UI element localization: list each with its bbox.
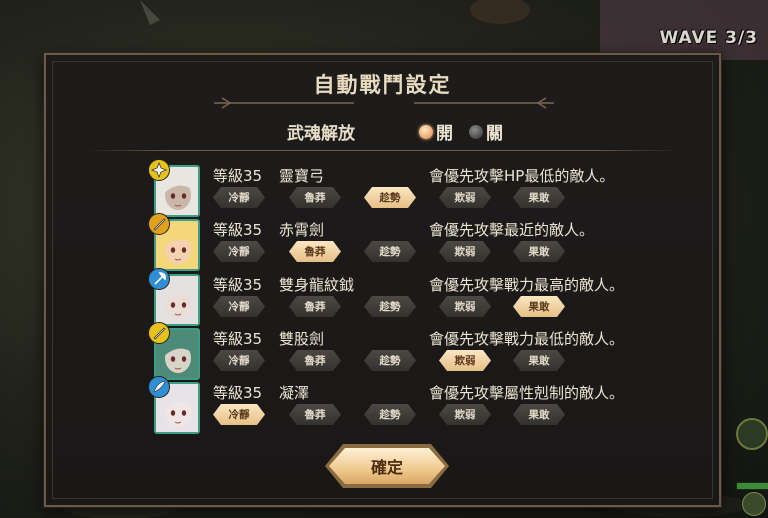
character-weapon: 赤霄劍 bbox=[279, 221, 325, 239]
strategy-button-label: 趁勢 bbox=[379, 192, 401, 204]
calm-button[interactable]: 冷靜 bbox=[213, 241, 265, 262]
strategy-button-label: 魯莽 bbox=[304, 355, 326, 367]
reckless-button[interactable]: 魯莽 bbox=[289, 241, 341, 262]
strategy-button-label: 果敢 bbox=[528, 246, 550, 258]
strategy-button-label: 冷靜 bbox=[228, 409, 250, 421]
strategy-description: 會優先攻擊屬性剋制的敵人。 bbox=[429, 384, 625, 402]
calm-button[interactable]: 冷靜 bbox=[213, 350, 265, 371]
character-weapon: 凝澤 bbox=[279, 384, 310, 402]
strategy-button-label: 果敢 bbox=[528, 301, 550, 313]
decisive-button[interactable]: 果敢 bbox=[513, 350, 565, 371]
sword-icon bbox=[148, 322, 170, 344]
reckless-button[interactable]: 魯莽 bbox=[289, 404, 341, 425]
sword-icon bbox=[148, 213, 170, 235]
calm-button[interactable]: 冷靜 bbox=[213, 187, 265, 208]
strategy-button-label: 冷靜 bbox=[228, 301, 250, 313]
soul-release-label: 武魂解放 bbox=[287, 124, 355, 144]
reckless-button[interactable]: 魯莽 bbox=[289, 187, 341, 208]
confirm-label: 確定 bbox=[370, 458, 403, 477]
strategy-button-label: 欺弱 bbox=[454, 409, 476, 421]
strategy-button-label: 果敢 bbox=[528, 409, 550, 421]
strategy-button-label: 欺弱 bbox=[454, 246, 476, 258]
character-weapon: 雙股劍 bbox=[279, 330, 325, 348]
calm-button[interactable]: 冷靜 bbox=[213, 296, 265, 317]
radio-selected-icon bbox=[419, 124, 433, 139]
decisive-button[interactable]: 果敢 bbox=[513, 296, 565, 317]
character-row: 等級35 赤霄劍 會優先攻擊最近的敵人。冷靜 魯莽 趁勢 欺弱 果敢 bbox=[46, 213, 719, 271]
bully-weak-button[interactable]: 欺弱 bbox=[439, 241, 491, 262]
strategy-button-label: 魯莽 bbox=[304, 409, 326, 421]
character-level: 等級35 bbox=[213, 384, 263, 402]
wave-counter: WAVE 3/3 bbox=[659, 28, 758, 48]
reckless-button[interactable]: 魯莽 bbox=[289, 350, 341, 371]
strategy-button-label: 魯莽 bbox=[304, 246, 326, 258]
strategy-button-label: 魯莽 bbox=[304, 301, 326, 313]
strategy-button-label: 趁勢 bbox=[379, 409, 401, 421]
strategy-description: 會優先攻擊戰力最高的敵人。 bbox=[429, 276, 625, 294]
radio-unselected-icon bbox=[469, 124, 483, 139]
strategy-button-label: 魯莽 bbox=[304, 192, 326, 204]
character-level: 等級35 bbox=[213, 330, 263, 348]
character-row: 等級35 靈寶弓 會優先攻擊HP最低的敵人。冷靜 魯莽 趁勢 欺弱 果敢 bbox=[46, 159, 719, 217]
character-row: 等級35 雙股劍 會優先攻擊戰力最低的敵人。冷靜 魯莽 趁勢 欺弱 果敢 bbox=[46, 322, 719, 380]
opportunist-button[interactable]: 趁勢 bbox=[364, 350, 416, 371]
strategy-button-label: 冷靜 bbox=[228, 355, 250, 367]
strategy-button-label: 冷靜 bbox=[228, 246, 250, 258]
auto-battle-dialog: 自動戰鬥設定 武魂解放 開 關 等級35 靈寶弓 會優先攻擊HP最低的敵人。 冷靜 魯莽… bbox=[44, 53, 721, 507]
decisive-button[interactable]: 果敢 bbox=[513, 187, 565, 208]
divider bbox=[86, 150, 679, 151]
confirm-button[interactable]: 確定 bbox=[329, 448, 445, 484]
bully-weak-button[interactable]: 欺弱 bbox=[439, 404, 491, 425]
character-row: 等級35 凝澤 會優先攻擊屬性剋制的敵人。冷靜 魯莽 趁勢 欺弱 果敢 bbox=[46, 376, 719, 434]
soul-release-on-radio[interactable]: 開 bbox=[419, 119, 453, 144]
strategy-description: 會優先攻擊戰力最低的敵人。 bbox=[429, 330, 625, 348]
strategy-button-label: 趁勢 bbox=[379, 355, 401, 367]
strategy-button-label: 果敢 bbox=[528, 192, 550, 204]
opportunist-button[interactable]: 趁勢 bbox=[364, 241, 416, 262]
opportunist-button[interactable]: 趁勢 bbox=[364, 187, 416, 208]
decisive-button[interactable]: 果敢 bbox=[513, 241, 565, 262]
strategy-button-label: 趁勢 bbox=[379, 246, 401, 258]
title-ornament bbox=[214, 97, 554, 109]
soul-release-off-radio[interactable]: 關 bbox=[469, 119, 503, 144]
strategy-button-label: 冷靜 bbox=[228, 192, 250, 204]
bully-weak-button[interactable]: 欺弱 bbox=[439, 187, 491, 208]
strategy-button-label: 欺弱 bbox=[454, 301, 476, 313]
character-row: 等級35 雙身龍紋鉞 會優先攻擊戰力最高的敵人。冷靜 魯莽 趁勢 欺弱 果敢 bbox=[46, 268, 719, 326]
strategy-button-label: 欺弱 bbox=[454, 192, 476, 204]
shuriken-icon bbox=[148, 159, 170, 181]
bully-weak-button[interactable]: 欺弱 bbox=[439, 350, 491, 371]
character-level: 等級35 bbox=[213, 221, 263, 239]
character-level: 等級35 bbox=[213, 276, 263, 294]
character-level: 等級35 bbox=[213, 167, 263, 185]
radio-on-label: 開 bbox=[436, 124, 453, 144]
axe-icon bbox=[148, 268, 170, 290]
character-weapon: 靈寶弓 bbox=[279, 167, 325, 185]
opportunist-button[interactable]: 趁勢 bbox=[364, 404, 416, 425]
radio-off-label: 關 bbox=[486, 124, 503, 144]
side-skill-slot[interactable] bbox=[736, 418, 768, 450]
strategy-button-label: 趁勢 bbox=[379, 301, 401, 313]
side-hp-bar bbox=[736, 482, 768, 490]
character-weapon: 雙身龍紋鉞 bbox=[279, 276, 355, 294]
feather-icon bbox=[148, 376, 170, 398]
strategy-description: 會優先攻擊最近的敵人。 bbox=[429, 221, 595, 239]
strategy-button-label: 果敢 bbox=[528, 355, 550, 367]
strategy-description: 會優先攻擊HP最低的敵人。 bbox=[429, 167, 615, 185]
side-skill-icon[interactable] bbox=[742, 492, 766, 516]
reckless-button[interactable]: 魯莽 bbox=[289, 296, 341, 317]
strategy-button-label: 欺弱 bbox=[454, 355, 476, 367]
bully-weak-button[interactable]: 欺弱 bbox=[439, 296, 491, 317]
decisive-button[interactable]: 果敢 bbox=[513, 404, 565, 425]
dialog-title: 自動戰鬥設定 bbox=[313, 72, 452, 97]
calm-button[interactable]: 冷靜 bbox=[213, 404, 265, 425]
opportunist-button[interactable]: 趁勢 bbox=[364, 296, 416, 317]
soul-release-row: 武魂解放 開 關 bbox=[46, 117, 719, 147]
